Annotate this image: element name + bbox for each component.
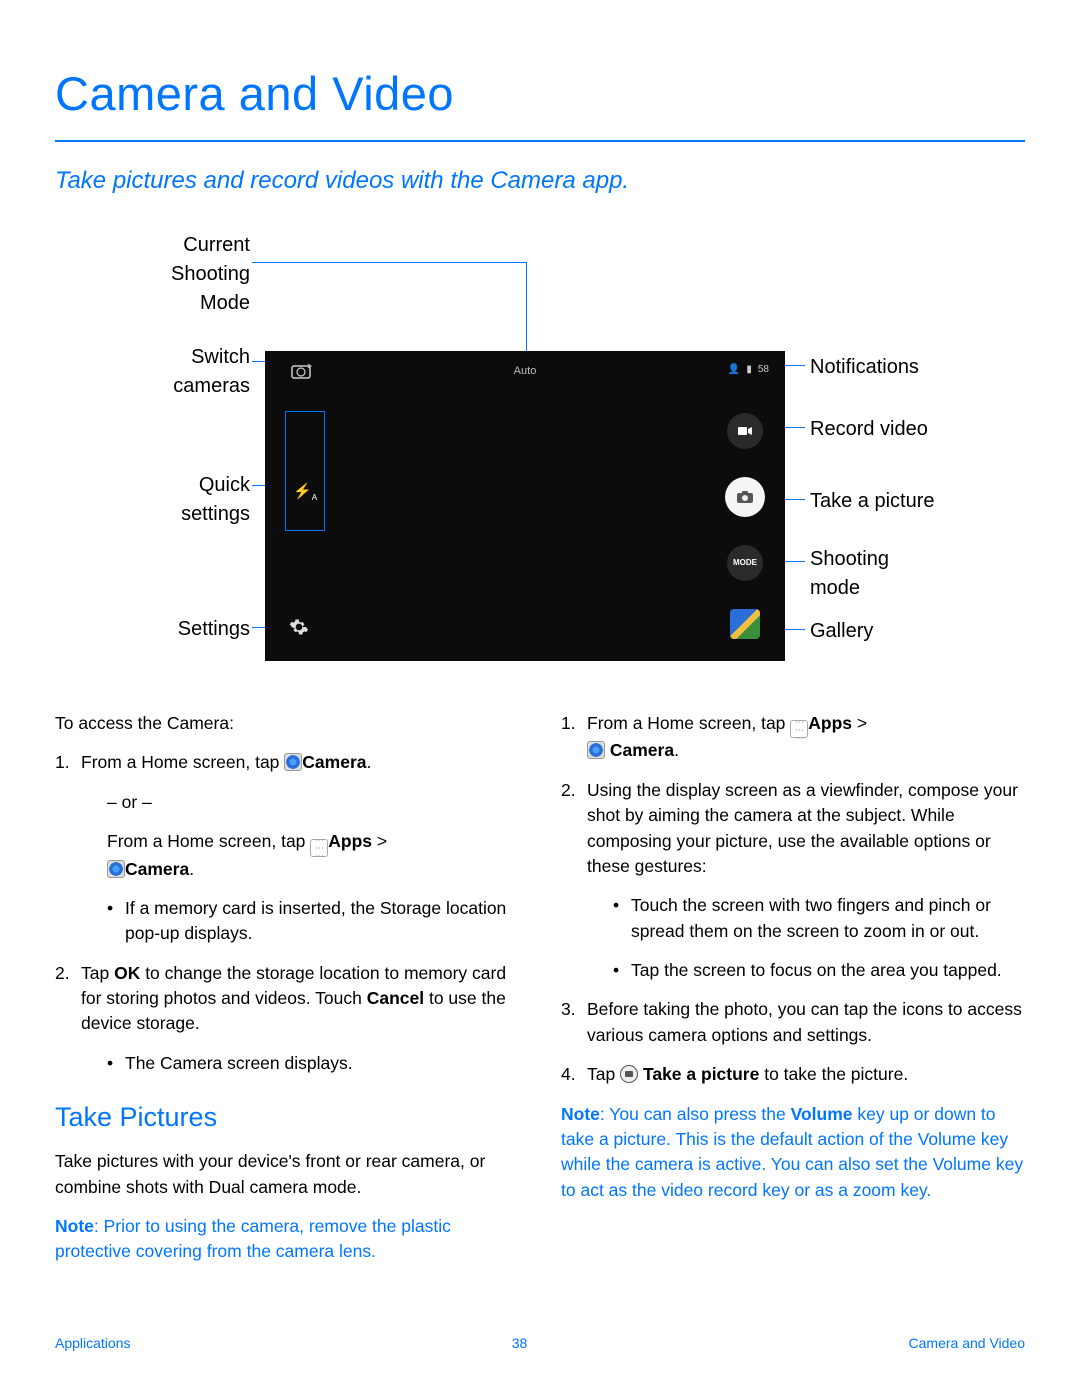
record-video-button[interactable] xyxy=(727,413,763,449)
r-step-1: 1. From a Home screen, tap Apps > Camera… xyxy=(561,711,1025,764)
shooting-mode-button[interactable]: MODE xyxy=(727,545,763,581)
take-pictures-heading: Take Pictures xyxy=(55,1098,519,1137)
apps-icon xyxy=(790,720,808,738)
or-divider: – or – xyxy=(81,790,519,815)
camera-diagram: CurrentShootingMode Switchcameras Quicks… xyxy=(60,241,1020,681)
take-pictures-desc: Take pictures with your device's front o… xyxy=(55,1149,519,1200)
label-shooting-mode: Shootingmode xyxy=(810,545,889,603)
intro-text: To access the Camera: xyxy=(55,711,519,736)
bullet-screen: The Camera screen displays. xyxy=(125,1051,519,1076)
step-1-alt: From a Home screen, tap Apps > Camera. xyxy=(81,829,519,882)
note-volume: Note: You can also press the Volume key … xyxy=(561,1102,1025,1204)
r-step-2: 2.Using the display screen as a viewfind… xyxy=(561,778,1025,984)
page-footer: Applications 38 Camera and Video xyxy=(55,1333,1025,1353)
quick-settings-panel[interactable] xyxy=(285,411,325,531)
label-current-mode: CurrentShootingMode xyxy=(130,231,250,318)
take-picture-button[interactable] xyxy=(725,477,765,517)
camera-icon xyxy=(107,860,125,878)
settings-icon[interactable] xyxy=(289,617,309,644)
status-bar: 👤 ▮ 58 xyxy=(728,363,769,378)
current-mode-text: Auto xyxy=(514,364,537,380)
battery-icon: ▮ xyxy=(746,363,752,378)
step-2: 2. Tap OK to change the storage location… xyxy=(55,961,519,1077)
camera-icon xyxy=(587,741,605,759)
camera-screenshot: Auto 👤 ▮ 58 ⚡A MODE xyxy=(265,351,785,661)
step-1: 1. From a Home screen, tap Camera. – or … xyxy=(55,750,519,946)
r-step-4: 4. Tap Take a picture to take the pictur… xyxy=(561,1062,1025,1087)
label-switch-cameras: Switchcameras xyxy=(130,343,250,401)
flash-icon[interactable]: ⚡A xyxy=(293,481,317,504)
label-settings: Settings xyxy=(130,615,250,644)
footer-page-number: 38 xyxy=(512,1333,528,1353)
note-lens: Note: Prior to using the camera, remove … xyxy=(55,1214,519,1265)
battery-percent: 58 xyxy=(758,363,769,378)
page-title: Camera and Video xyxy=(55,60,1025,142)
apps-icon xyxy=(310,839,328,857)
label-notifications: Notifications xyxy=(810,353,919,382)
gallery-thumbnail[interactable] xyxy=(730,609,760,639)
label-record-video: Record video xyxy=(810,415,928,444)
shutter-icon xyxy=(620,1065,638,1083)
switch-camera-icon[interactable] xyxy=(289,363,313,381)
footer-left: Applications xyxy=(55,1333,131,1353)
page-subtitle: Take pictures and record videos with the… xyxy=(55,164,1025,199)
footer-right: Camera and Video xyxy=(909,1333,1025,1353)
label-gallery: Gallery xyxy=(810,617,873,646)
camera-icon xyxy=(284,753,302,771)
left-column: To access the Camera: 1. From a Home scr… xyxy=(55,711,519,1279)
r-step-3: 3.Before taking the photo, you can tap t… xyxy=(561,997,1025,1048)
bullet-storage: If a memory card is inserted, the Storag… xyxy=(125,896,519,947)
person-icon: 👤 xyxy=(728,363,740,378)
bullet-pinch: Touch the screen with two fingers and pi… xyxy=(631,893,1025,944)
label-take-picture: Take a picture xyxy=(810,487,935,516)
bullet-focus: Tap the screen to focus on the area you … xyxy=(631,958,1025,983)
right-column: 1. From a Home screen, tap Apps > Camera… xyxy=(561,711,1025,1279)
label-quick-settings: Quicksettings xyxy=(130,471,250,529)
